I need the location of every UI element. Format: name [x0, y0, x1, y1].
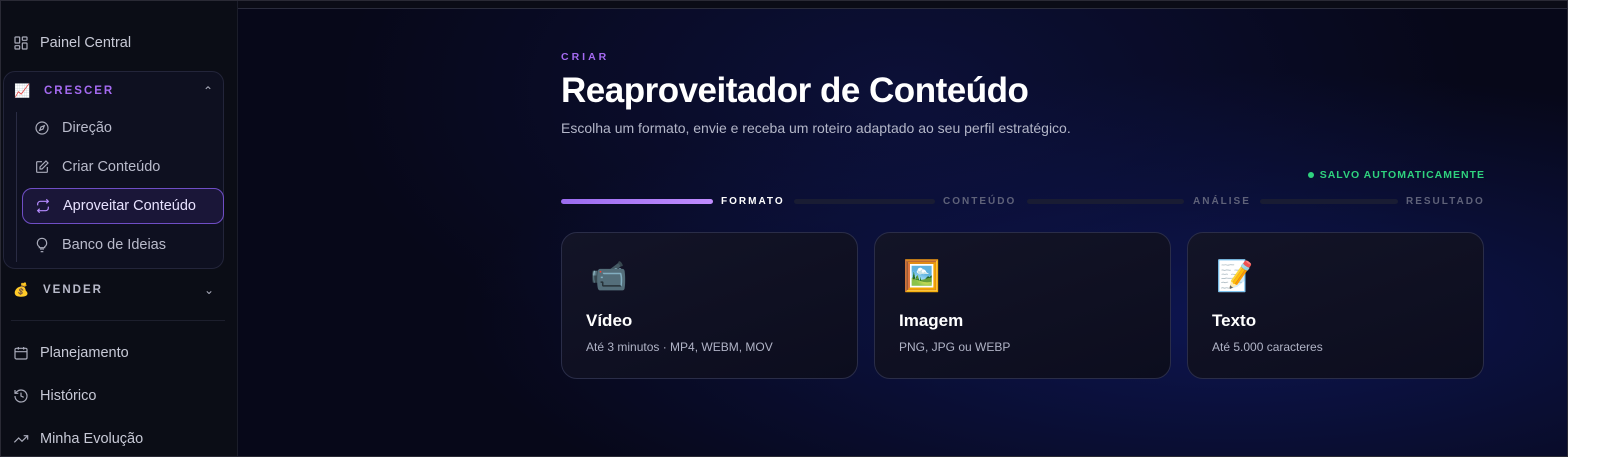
video-camera-icon: 📹: [590, 260, 628, 293]
sidebar-item-dashboard[interactable]: Painel Central: [13, 35, 131, 51]
main-content: CRIAR Reaproveitador de Conteúdo Escolha…: [238, 1, 1567, 456]
format-card-video[interactable]: 📹 Vídeo Até 3 minutos · MP4, WEBM, MOV: [561, 232, 858, 379]
step-progress-formato: [561, 199, 713, 204]
dashboard-icon: [14, 36, 28, 50]
card-description: PNG, JPG ou WEBP: [899, 340, 1011, 354]
sidebar-item-label: Histórico: [40, 388, 97, 404]
format-card-texto[interactable]: 📝 Texto Até 5.000 caracteres: [1187, 232, 1484, 379]
sidebar: Painel Central 📈 CRESCER ⌃ Direção Criar…: [1, 1, 238, 456]
sidebar-item-planejamento[interactable]: Planejamento: [13, 345, 129, 361]
sidebar-item-direcao[interactable]: Direção: [22, 110, 224, 146]
autosave-label: SALVO AUTOMATICAMENTE: [1319, 169, 1485, 181]
compass-icon: [35, 121, 49, 135]
sidebar-item-historico[interactable]: Histórico: [13, 388, 96, 404]
repurpose-panel: CRIAR Reaproveitador de Conteúdo Escolha…: [561, 1, 1485, 456]
step-progress-analise: [1027, 199, 1184, 204]
sidebar-group-grow: 📈 CRESCER ⌃ Direção Criar Conteúdo Aprov…: [3, 71, 224, 269]
step-progress-resultado: [1260, 199, 1398, 204]
status-dot-icon: [1307, 172, 1314, 178]
memo-icon: 📝: [1216, 260, 1254, 293]
sidebar-item-minha-evolucao[interactable]: Minha Evolução: [13, 431, 143, 447]
step-conteudo[interactable]: CONTEÚDO: [943, 196, 1016, 207]
edit-icon: [36, 160, 49, 173]
sidebar-item-label: Minha Evolução: [40, 431, 144, 447]
step-analise[interactable]: ANÁLISE: [1193, 196, 1251, 207]
section-eyebrow: CRIAR: [561, 51, 610, 63]
sidebar-item-label: Criar Conteúdo: [62, 159, 161, 175]
step-resultado[interactable]: RESULTADO: [1406, 196, 1485, 207]
sidebar-item-label: Planejamento: [40, 345, 129, 361]
page-subtitle: Escolha um formato, envie e receba um ro…: [561, 120, 1071, 136]
group-label: VENDER: [43, 284, 103, 296]
history-icon: [14, 389, 28, 403]
chevron-up-icon: ⌃: [202, 84, 213, 98]
autosave-status: SALVO AUTOMATICAMENTE: [1307, 169, 1485, 181]
sidebar-item-label: Direção: [62, 120, 112, 136]
sidebar-item-criar-conteudo[interactable]: Criar Conteúdo: [22, 149, 224, 185]
sidebar-item-banco-ideias[interactable]: Banco de Ideias: [22, 227, 224, 263]
trending-up-icon: [13, 435, 29, 443]
step-formato[interactable]: FORMATO: [721, 196, 785, 207]
group-divider-line: [16, 112, 17, 262]
format-card-imagem[interactable]: 🖼️ Imagem PNG, JPG ou WEBP: [874, 232, 1171, 379]
sidebar-item-label: Aproveitar Conteúdo: [63, 198, 196, 214]
page-title: Reaproveitador de Conteúdo: [561, 71, 1029, 110]
repeat-icon: [36, 198, 50, 214]
sell-group-toggle[interactable]: 💰 VENDER ⌄: [13, 281, 214, 299]
calendar-icon: [14, 347, 28, 360]
step-progress-conteudo: [794, 199, 935, 204]
sidebar-item-aproveitar-conteudo[interactable]: Aproveitar Conteúdo: [22, 188, 224, 224]
card-title: Texto: [1212, 311, 1257, 330]
framed-picture-icon: 🖼️: [903, 260, 941, 293]
app-window: Painel Central 📈 CRESCER ⌃ Direção Criar…: [0, 0, 1568, 457]
card-title: Imagem: [899, 311, 964, 330]
card-description: Até 3 minutos · MP4, WEBM, MOV: [586, 340, 773, 354]
grow-group-toggle[interactable]: 📈 CRESCER ⌃: [14, 82, 213, 100]
lightbulb-icon: [36, 237, 48, 253]
group-label: CRESCER: [44, 85, 115, 97]
card-title: Vídeo: [586, 311, 633, 330]
sidebar-item-label: Painel Central: [40, 35, 132, 51]
chevron-down-icon: ⌄: [203, 283, 214, 297]
sidebar-divider: [11, 320, 225, 321]
card-description: Até 5.000 caracteres: [1212, 340, 1323, 354]
money-bag-icon: 💰: [13, 282, 30, 297]
chart-up-icon: 📈: [14, 83, 31, 98]
sidebar-item-label: Banco de Ideias: [62, 237, 166, 253]
